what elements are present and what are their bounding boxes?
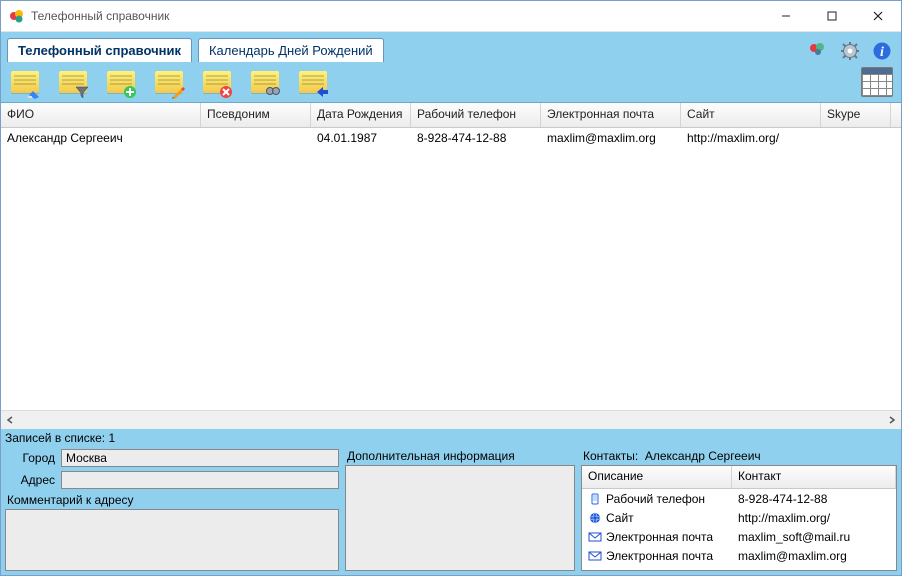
- contacts-label: Контакты: Александр Сергееич: [583, 449, 897, 463]
- cell-fio: Александр Сергееич: [1, 128, 201, 150]
- scroll-left-button[interactable]: [1, 411, 19, 429]
- window-title: Телефонный справочник: [31, 9, 169, 23]
- cell-dob: 04.01.1987: [311, 128, 411, 150]
- export-button[interactable]: [295, 65, 331, 99]
- titlebar: Телефонный справочник: [1, 1, 901, 32]
- address-field[interactable]: [61, 471, 339, 489]
- app-icon: [9, 8, 25, 24]
- cell-nickname: [201, 128, 311, 150]
- minimize-button[interactable]: [763, 1, 809, 31]
- contacts-grid: Описание Контакт Рабочий телефон 8-928-4…: [581, 465, 897, 571]
- grid-header: ФИО Псевдоним Дата Рождения Рабочий теле…: [1, 103, 901, 128]
- grid-body[interactable]: Александр Сергееич 04.01.1987 8-928-474-…: [1, 128, 901, 410]
- balloons-icon[interactable]: [807, 40, 829, 62]
- list-item[interactable]: Сайт http://maxlim.org/: [582, 508, 896, 527]
- app-window: Телефонный справочник Телефонный справоч…: [0, 0, 902, 576]
- col-site[interactable]: Сайт: [681, 103, 821, 127]
- city-field[interactable]: [61, 449, 339, 467]
- details-panel: Город Адрес Комментарий к адресу Дополни…: [1, 447, 901, 575]
- list-item[interactable]: Электронная почта maxlim_soft@mail.ru: [582, 527, 896, 546]
- scroll-track[interactable]: [19, 411, 883, 429]
- cell-email: maxlim@maxlim.org: [541, 128, 681, 150]
- col-desc[interactable]: Описание: [582, 466, 732, 488]
- records-count: Записей в списке: 1: [1, 429, 901, 447]
- cell-skype: [821, 128, 891, 150]
- tab-row: Телефонный справочник Календарь Дней Рож…: [1, 32, 901, 62]
- table-row[interactable]: Александр Сергееич 04.01.1987 8-928-474-…: [1, 128, 901, 150]
- contacts-body: Рабочий телефон 8-928-474-12-88 Сайт htt…: [582, 489, 896, 570]
- col-skype[interactable]: Skype: [821, 103, 891, 127]
- address-label: Адрес: [5, 473, 55, 487]
- edit-button[interactable]: [151, 65, 187, 99]
- contacts-panel: Контакты: Александр Сергееич Описание Ко…: [581, 447, 897, 571]
- tab-calendar[interactable]: Календарь Дней Рождений: [198, 38, 384, 63]
- toolbar: [1, 62, 901, 103]
- ct-desc: Сайт: [606, 511, 634, 525]
- contacts-prefix: Контакты:: [583, 449, 638, 463]
- settings-button[interactable]: [839, 40, 861, 62]
- filter-button[interactable]: [55, 65, 91, 99]
- maximize-button[interactable]: [809, 1, 855, 31]
- list-item[interactable]: Электронная почта maxlim@maxlim.org: [582, 546, 896, 565]
- address-comment-label: Комментарий к адресу: [7, 493, 339, 507]
- cell-site: http://maxlim.org/: [681, 128, 821, 150]
- contacts-grid: ФИО Псевдоним Дата Рождения Рабочий теле…: [1, 103, 901, 429]
- cell-workphone: 8-928-474-12-88: [411, 128, 541, 150]
- globe-icon: [588, 511, 602, 525]
- extra-panel: Дополнительная информация: [345, 447, 575, 571]
- close-button[interactable]: [855, 1, 901, 31]
- calendar-icon: [861, 67, 893, 97]
- clear-button[interactable]: [7, 65, 43, 99]
- ct-desc: Электронная почта: [606, 549, 713, 563]
- contacts-header: Описание Контакт: [582, 466, 896, 489]
- info-button[interactable]: i: [871, 40, 893, 62]
- col-nickname[interactable]: Псевдоним: [201, 103, 311, 127]
- col-email[interactable]: Электронная почта: [541, 103, 681, 127]
- scroll-right-button[interactable]: [883, 411, 901, 429]
- contacts-person: Александр Сергееич: [645, 449, 761, 463]
- add-button[interactable]: [103, 65, 139, 99]
- address-comment-field[interactable]: [5, 509, 339, 571]
- mail-icon: [588, 530, 602, 544]
- col-fio[interactable]: ФИО: [1, 103, 201, 127]
- calendar-button[interactable]: [859, 65, 895, 99]
- extra-field[interactable]: [345, 465, 575, 571]
- col-dob[interactable]: Дата Рождения: [311, 103, 411, 127]
- ct-value: maxlim_soft@mail.ru: [732, 529, 896, 545]
- ct-value: 8-928-474-12-88: [732, 491, 896, 507]
- ct-value: http://maxlim.org/: [732, 510, 896, 526]
- svg-text:i: i: [880, 45, 884, 60]
- ct-desc: Рабочий телефон: [606, 492, 705, 506]
- list-item[interactable]: Рабочий телефон 8-928-474-12-88: [582, 489, 896, 508]
- mail-icon: [588, 549, 602, 563]
- horizontal-scrollbar[interactable]: [1, 410, 901, 429]
- tab-phonebook[interactable]: Телефонный справочник: [7, 38, 192, 63]
- delete-button[interactable]: [199, 65, 235, 99]
- city-label: Город: [5, 451, 55, 465]
- col-workphone[interactable]: Рабочий телефон: [411, 103, 541, 127]
- ct-desc: Электронная почта: [606, 530, 713, 544]
- phone-icon: [588, 492, 602, 506]
- col-contact[interactable]: Контакт: [732, 466, 896, 488]
- extra-label: Дополнительная информация: [347, 449, 575, 463]
- search-button[interactable]: [247, 65, 283, 99]
- address-panel: Город Адрес Комментарий к адресу: [5, 447, 339, 571]
- ct-value: maxlim@maxlim.org: [732, 548, 896, 564]
